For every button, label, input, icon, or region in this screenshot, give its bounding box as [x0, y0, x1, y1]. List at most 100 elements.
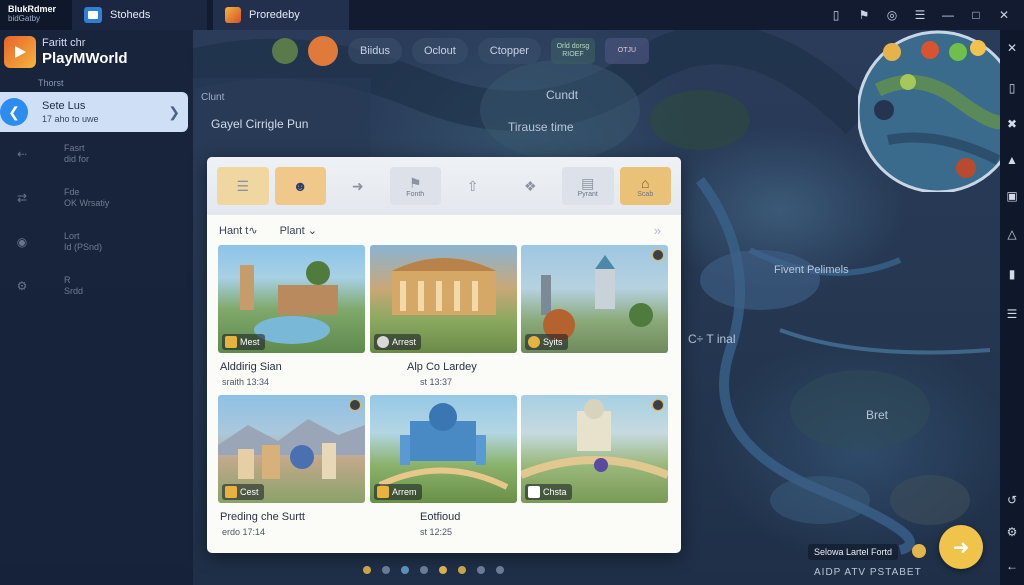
- info-panel-label: Clunt: [201, 92, 225, 103]
- card-title: Alp Co Lardey: [407, 361, 477, 373]
- device-icon: ▤: [581, 174, 595, 191]
- map-label-tinal: C÷ T inal: [688, 332, 736, 346]
- card-5[interactable]: Arrem: [370, 395, 517, 503]
- mountain-icon[interactable]: △: [1004, 226, 1020, 242]
- back-icon[interactable]: ←: [1004, 558, 1020, 574]
- page-dot[interactable]: [477, 566, 485, 574]
- page-dot[interactable]: [420, 566, 428, 574]
- menu-icon[interactable]: ☰: [908, 0, 932, 30]
- card-tag-icon: [528, 336, 540, 348]
- tab-label: Proredeby: [249, 9, 300, 21]
- card-3[interactable]: Syits: [521, 245, 668, 353]
- page-dot[interactable]: [458, 566, 466, 574]
- title-bar: BlukRdmer bidGatby Stoheds Proredeby ▯ ⚑…: [0, 0, 1024, 30]
- card-tag: Cest: [222, 484, 264, 500]
- chart-icon[interactable]: ▲: [1004, 152, 1020, 168]
- page-dot[interactable]: [363, 566, 371, 574]
- card-title: Preding che Surtt: [220, 511, 305, 523]
- sidebar-item-subtitle: Srdd: [64, 286, 84, 296]
- sidebar-item-3[interactable]: ◉ Lort Id (PSnd): [0, 224, 190, 260]
- map-label-bret: Bret: [866, 408, 889, 422]
- tag-button[interactable]: ❖: [505, 167, 557, 205]
- minimize-icon[interactable]: —: [936, 0, 960, 30]
- app-logo-icon: [4, 36, 36, 68]
- sidebar-item-subtitle: did for: [64, 154, 90, 164]
- maximize-icon[interactable]: □: [964, 0, 988, 30]
- gear-icon: ⚙: [16, 279, 28, 293]
- filter-dropdown[interactable]: Plant ⌄: [280, 224, 317, 237]
- popup-toolbar: ☰ ☻ ➜ ⚑ Fonth ⇧ ❖ ▤ Pyrant ⌂ Scab: [207, 157, 681, 215]
- document-icon[interactable]: ▯: [1004, 80, 1020, 96]
- card-subtitle: st 12:25: [420, 527, 453, 537]
- arrow-button[interactable]: ➜: [332, 167, 384, 205]
- account-icon[interactable]: ◎: [880, 0, 904, 30]
- share-icon[interactable]: ↺: [1004, 492, 1020, 508]
- card-badge-icon: [349, 399, 361, 411]
- device-button[interactable]: ▤ Pyrant: [562, 167, 614, 205]
- page-dot[interactable]: [496, 566, 504, 574]
- card-tag-label: Mest: [240, 337, 260, 347]
- double-chevron-icon[interactable]: »: [654, 223, 661, 238]
- filter-left[interactable]: Hant t∿: [219, 224, 258, 237]
- coin-icon: [912, 544, 926, 558]
- toolbar-label: Scab: [637, 190, 654, 198]
- window-controls: ▯ ⚑ ◎ ☰ — □ ✕: [820, 0, 1024, 30]
- sidebar-item-1[interactable]: ⇠ Fasrt did for: [0, 136, 190, 172]
- nav-button-biidus[interactable]: Biidus: [348, 38, 402, 64]
- card-tag-label: Cest: [240, 487, 259, 497]
- tab-game[interactable]: Proredeby: [213, 0, 349, 30]
- window-icon[interactable]: ▣: [1004, 188, 1020, 204]
- up-button[interactable]: ⇧: [447, 167, 499, 205]
- card-tag-label: Arrest: [392, 337, 417, 347]
- sidebar-item-subtitle: Id (PSnd): [64, 242, 103, 252]
- card-tag-icon: [528, 486, 540, 498]
- chevron-right-icon: ❯: [168, 103, 180, 120]
- settings-icon[interactable]: ⚙: [1004, 524, 1020, 540]
- sidebar-item-active[interactable]: ❮ Sete Lus 17 aho to uwe ❯: [0, 92, 188, 132]
- card-1[interactable]: Mest: [218, 245, 365, 353]
- card-title: Alddirig Sian: [220, 361, 282, 373]
- notification-icon[interactable]: ⚑: [852, 0, 876, 30]
- sidebar-item-4[interactable]: ⚙ R Srdd: [0, 268, 190, 304]
- nav-button-ctopper[interactable]: Ctopper: [477, 38, 541, 64]
- close-icon[interactable]: ✕: [992, 0, 1016, 30]
- flag-icon: ⚑: [408, 174, 422, 191]
- map-button[interactable]: ☰: [217, 167, 269, 205]
- nav-badge-world[interactable]: Orld dorsg RIOEF: [550, 38, 595, 64]
- nav-badge-otju[interactable]: OTJU: [604, 38, 649, 64]
- arrow-left-icon: ⇠: [16, 147, 28, 161]
- go-arrow-button[interactable]: ➜: [939, 525, 983, 569]
- card-tag: Arrest: [374, 334, 422, 350]
- list-icon[interactable]: ☰: [1004, 306, 1020, 322]
- tab-home[interactable]: Stoheds: [72, 0, 207, 30]
- minimap[interactable]: [856, 30, 1020, 194]
- sidebar-item-title: Fasrt: [64, 143, 85, 153]
- flag-button[interactable]: ⚑ Fonth: [389, 167, 441, 205]
- avatar-button[interactable]: ☻: [274, 167, 326, 205]
- page-dot[interactable]: [382, 566, 390, 574]
- card-tag: Arrem: [374, 484, 422, 500]
- card-tag: Syits: [525, 334, 568, 350]
- compass-icon[interactable]: [272, 38, 298, 64]
- card-4[interactable]: Cest: [218, 395, 365, 503]
- card-badge-icon: [652, 249, 664, 261]
- card-tag-icon: [377, 336, 389, 348]
- app-header: Faritt chr PlayMWorld: [0, 30, 193, 74]
- page-dot[interactable]: [401, 566, 409, 574]
- sidebar-item-2[interactable]: ⇄ Fde OK Wrsatiy: [0, 180, 190, 216]
- nav-button-oclout[interactable]: Oclout: [411, 38, 468, 64]
- card-tag: Chsta: [525, 484, 572, 500]
- card-2[interactable]: Arrest: [370, 245, 517, 353]
- card-6[interactable]: Chsta: [521, 395, 668, 503]
- bag-icon[interactable]: ▯: [824, 0, 848, 30]
- cross-icon[interactable]: ✖: [1004, 116, 1020, 132]
- page-dot[interactable]: [439, 566, 447, 574]
- house-button[interactable]: ⌂ Scab: [619, 167, 671, 205]
- player-avatar[interactable]: [308, 36, 338, 66]
- sidebar-item-title: R: [64, 275, 71, 285]
- bottom-label: AIDP ATV PSTABET: [814, 567, 922, 578]
- sidebar-item-title: Sete Lus: [42, 99, 86, 112]
- phone-icon[interactable]: ▮: [1004, 266, 1020, 282]
- close-panel-icon[interactable]: ✕: [1004, 40, 1020, 56]
- game-top-nav: Biidus Oclout Ctopper Orld dorsg RIOEF O…: [272, 36, 649, 66]
